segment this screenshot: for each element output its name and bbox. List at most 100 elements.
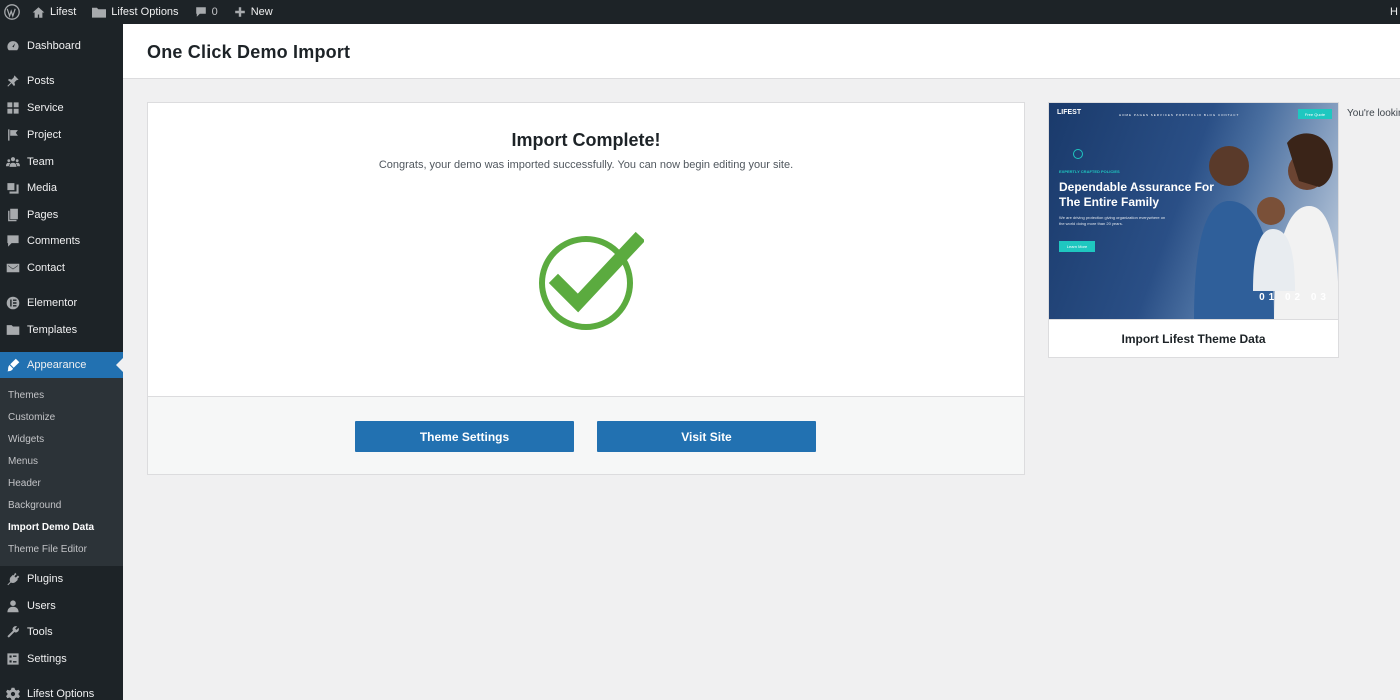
menu-settings[interactable]: Settings bbox=[0, 646, 123, 672]
menu-pages[interactable]: Pages bbox=[0, 202, 123, 228]
import-success-message: Congrats, your demo was imported success… bbox=[378, 159, 794, 171]
plus-icon bbox=[234, 7, 245, 17]
theme-settings-button[interactable]: Theme Settings bbox=[355, 421, 574, 452]
lifest-options-label: Lifest Options bbox=[111, 6, 179, 18]
submenu-header[interactable]: Header bbox=[8, 478, 41, 489]
elementor-icon bbox=[6, 296, 20, 310]
wrench-icon bbox=[6, 625, 20, 639]
comment-icon bbox=[195, 7, 206, 17]
pin-icon bbox=[6, 74, 20, 88]
menu-tools[interactable]: Tools bbox=[0, 619, 123, 645]
menu-users-label: Users bbox=[27, 600, 56, 612]
menu-appearance-label: Appearance bbox=[27, 359, 87, 371]
submenu-themes[interactable]: Themes bbox=[8, 390, 44, 401]
menu-lifest-options[interactable]: Lifest Options bbox=[0, 681, 123, 700]
menu-plugins[interactable]: Plugins bbox=[0, 566, 123, 592]
comment-icon bbox=[6, 234, 20, 248]
envelope-icon bbox=[6, 261, 20, 275]
menu-users[interactable]: Users bbox=[0, 593, 123, 619]
page-title: One Click Demo Import bbox=[147, 42, 351, 62]
submenu-menus[interactable]: Menus bbox=[8, 456, 38, 467]
appearance-submenu: Themes Customize Widgets Menus Header Ba… bbox=[0, 378, 123, 566]
users-group-icon bbox=[6, 155, 20, 169]
user-icon bbox=[6, 599, 20, 613]
comments-count: 0 bbox=[211, 6, 218, 18]
media-icon bbox=[6, 181, 20, 195]
admin-sidebar: Dashboard Posts Service Project Team Med… bbox=[0, 24, 123, 700]
menu-service-label: Service bbox=[27, 102, 64, 114]
preview-headline: Dependable Assurance For The Entire Fami… bbox=[1059, 180, 1214, 209]
active-menu-arrow bbox=[116, 358, 123, 372]
home-icon bbox=[32, 6, 45, 18]
menu-service[interactable]: Service bbox=[0, 95, 123, 121]
success-check-icon bbox=[539, 231, 644, 330]
preview-nav-links: HOME PAGES SERVICES PORTFOLIO BLOG CONTA… bbox=[1119, 113, 1240, 117]
menu-pages-label: Pages bbox=[27, 209, 59, 221]
pages-icon bbox=[6, 208, 20, 222]
account-label: H bbox=[1390, 6, 1398, 18]
submenu-widgets[interactable]: Widgets bbox=[8, 434, 44, 445]
flag-icon bbox=[6, 128, 20, 142]
gear-icon bbox=[6, 687, 20, 700]
site-name: Lifest bbox=[50, 6, 77, 18]
account-link[interactable]: H bbox=[1382, 0, 1400, 24]
grid-icon bbox=[6, 101, 20, 115]
submenu-theme-file-editor[interactable]: Theme File Editor bbox=[8, 544, 87, 555]
menu-dashboard[interactable]: Dashboard bbox=[0, 33, 123, 59]
wordpress-logo-icon[interactable] bbox=[0, 0, 24, 24]
import-result-card: Import Complete! Congrats, your demo was… bbox=[147, 102, 1025, 475]
brush-icon bbox=[6, 358, 20, 372]
menu-plugins-label: Plugins bbox=[27, 573, 64, 585]
plug-icon bbox=[6, 572, 20, 586]
menu-media-label: Media bbox=[27, 182, 57, 194]
submenu-import-demo-data[interactable]: Import Demo Data bbox=[8, 522, 94, 533]
menu-project[interactable]: Project bbox=[0, 122, 123, 148]
preview-quote-button: Free Quote bbox=[1298, 109, 1332, 119]
submenu-background[interactable]: Background bbox=[8, 500, 61, 511]
settings-icon bbox=[6, 652, 20, 666]
visit-site-button[interactable]: Visit Site bbox=[597, 421, 816, 452]
menu-tools-label: Tools bbox=[27, 626, 53, 638]
menu-team[interactable]: Team bbox=[0, 149, 123, 175]
menu-contact[interactable]: Contact bbox=[0, 255, 123, 281]
preview-kicker: EXPERTLY CRAFTED POLICIES bbox=[1059, 169, 1120, 174]
menu-elementor-label: Elementor bbox=[27, 297, 78, 309]
menu-settings-label: Settings bbox=[27, 653, 67, 665]
family-photo-icon bbox=[1194, 133, 1338, 319]
menu-media[interactable]: Media bbox=[0, 175, 123, 201]
dashboard-icon bbox=[6, 39, 20, 53]
import-complete-heading: Import Complete! bbox=[511, 130, 661, 150]
menu-appearance[interactable]: Appearance bbox=[0, 352, 123, 378]
preview-learn-more-button: Learn More bbox=[1059, 241, 1095, 252]
menu-team-label: Team bbox=[27, 156, 54, 168]
side-note-text: You're lookin bbox=[1347, 108, 1400, 119]
preview-logo: LIFEST bbox=[1057, 109, 1082, 116]
comments-link[interactable]: 0 bbox=[187, 0, 226, 24]
card-footer: Theme Settings Visit Site bbox=[148, 396, 1024, 474]
submenu-customize[interactable]: Customize bbox=[8, 412, 55, 423]
folder-icon bbox=[92, 7, 107, 18]
preview-text: We are driving protection giving organiz… bbox=[1059, 215, 1166, 226]
theme-preview-card[interactable]: LIFEST HOME PAGES SERVICES PORTFOLIO BLO… bbox=[1048, 102, 1339, 358]
menu-lifest-options-label: Lifest Options bbox=[27, 688, 95, 700]
import-theme-data-label[interactable]: Import Lifest Theme Data bbox=[1049, 319, 1338, 357]
admin-bar: Lifest Lifest Options 0 New H bbox=[0, 0, 1400, 24]
menu-contact-label: Contact bbox=[27, 262, 65, 274]
menu-comments-label: Comments bbox=[27, 235, 81, 247]
site-name-link[interactable]: Lifest bbox=[24, 0, 84, 24]
menu-comments[interactable]: Comments bbox=[0, 228, 123, 254]
menu-project-label: Project bbox=[27, 129, 62, 141]
menu-templates[interactable]: Templates bbox=[0, 317, 123, 343]
menu-templates-label: Templates bbox=[27, 324, 78, 336]
lifest-options-link[interactable]: Lifest Options bbox=[84, 0, 186, 24]
theme-screenshot: LIFEST HOME PAGES SERVICES PORTFOLIO BLO… bbox=[1049, 103, 1338, 319]
page-header: One Click Demo Import bbox=[123, 24, 1400, 79]
menu-posts-label: Posts bbox=[27, 75, 55, 87]
preview-decor-circle bbox=[1073, 149, 1083, 159]
menu-elementor[interactable]: Elementor bbox=[0, 290, 123, 316]
new-content-link[interactable]: New bbox=[226, 0, 281, 24]
menu-posts[interactable]: Posts bbox=[0, 68, 123, 94]
new-label: New bbox=[250, 6, 273, 18]
menu-dashboard-label: Dashboard bbox=[27, 40, 81, 52]
folder-icon bbox=[6, 323, 20, 337]
